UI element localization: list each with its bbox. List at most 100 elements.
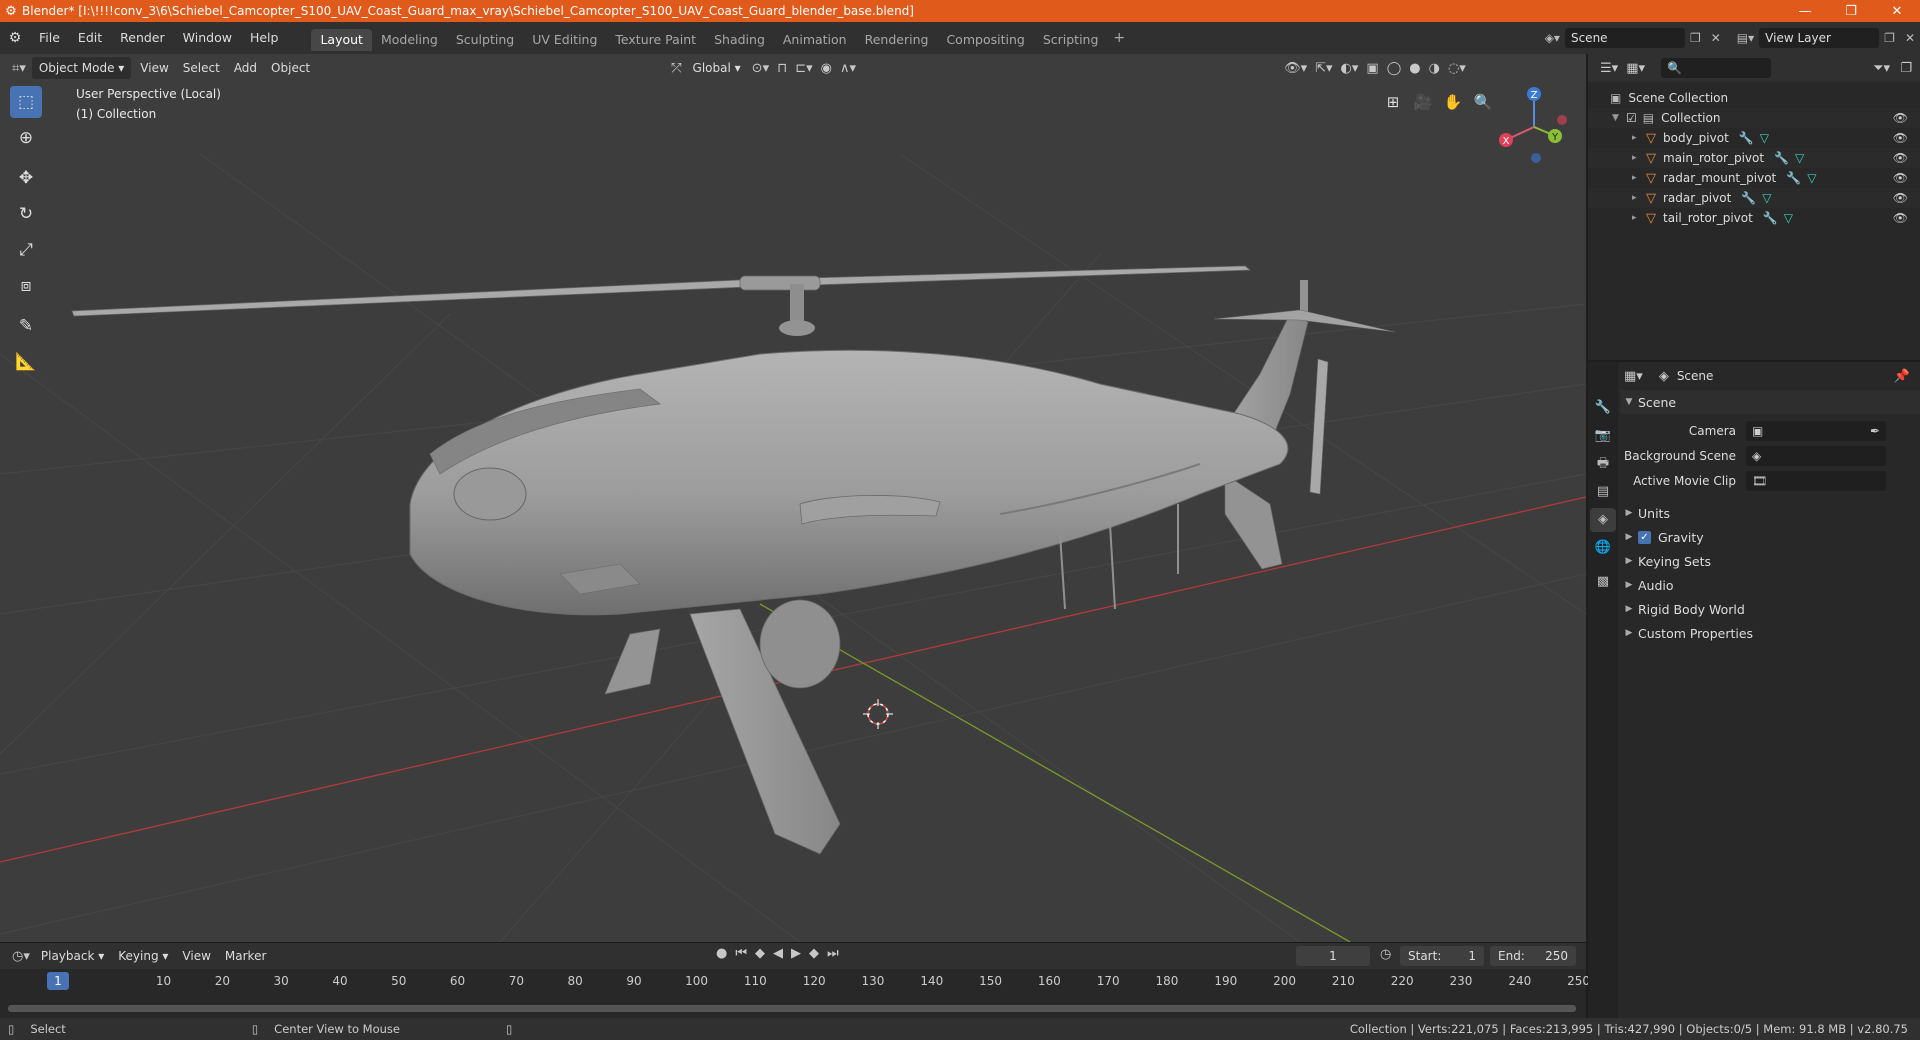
object-visibility-icon[interactable]: 👁: [1893, 151, 1908, 165]
menu-edit[interactable]: Edit: [69, 22, 111, 54]
timeline-menu-marker[interactable]: Marker: [218, 945, 273, 967]
select-box-tool-icon[interactable]: ⬚: [10, 86, 42, 118]
tab-texture-paint[interactable]: Texture Paint: [606, 29, 705, 51]
tab-layout[interactable]: Layout: [311, 29, 372, 51]
record-icon[interactable]: ●: [712, 946, 731, 961]
add-workspace-button[interactable]: +: [1107, 30, 1131, 46]
units-panel-header[interactable]: ▶ Units: [1620, 501, 1920, 525]
material-shading-icon[interactable]: ◑: [1425, 61, 1444, 76]
prev-keyframe-icon[interactable]: ◆: [751, 946, 769, 961]
next-keyframe-icon[interactable]: ◆: [805, 946, 823, 961]
menu-window[interactable]: Window: [174, 22, 241, 54]
outliner-item-body-pivot[interactable]: ▸ ▽ body_pivot 🔧 ▽ 👁: [1588, 128, 1920, 148]
jump-end-icon[interactable]: ⏭: [823, 946, 843, 961]
active-movie-clip-field[interactable]: 🎞: [1746, 470, 1886, 491]
custom-properties-panel-header[interactable]: ▶ Custom Properties: [1620, 621, 1920, 645]
rotate-tool-icon[interactable]: ↻: [10, 198, 42, 230]
outliner-collection[interactable]: ▼ ☑ ▤ Collection 👁: [1588, 108, 1920, 128]
mesh-data-icon[interactable]: ▽: [1795, 151, 1804, 165]
menu-view[interactable]: View: [133, 57, 175, 79]
timeline-scrollbar[interactable]: [8, 1005, 1576, 1012]
render-tab-icon[interactable]: 📷: [1590, 424, 1616, 448]
current-frame-field[interactable]: 1: [1296, 946, 1370, 966]
tab-scripting[interactable]: Scripting: [1034, 29, 1108, 51]
playback-dropdown[interactable]: Playback ▾: [34, 945, 111, 967]
editor-type-icon[interactable]: ⌗▾: [8, 61, 30, 76]
expand-icon[interactable]: ▸: [1632, 173, 1646, 183]
camera-view-icon[interactable]: 🎥: [1409, 88, 1437, 116]
properties-editor[interactable]: 🔧 📷 🖶 ▤ ◈ 🌐 ▩ ▦▾ ◈ Scene 📌 ▼ Scene Camer…: [1588, 362, 1920, 1018]
blender-menu-icon[interactable]: ⚙: [0, 30, 30, 46]
menu-render[interactable]: Render: [111, 22, 174, 54]
wireframe-shading-icon[interactable]: ◯: [1383, 61, 1406, 76]
view-layer-tab-icon[interactable]: ▤: [1590, 480, 1616, 504]
mesh-data-icon[interactable]: ▽: [1784, 211, 1793, 225]
zoom-view-icon[interactable]: 🔍: [1469, 88, 1497, 116]
xray-icon[interactable]: ▣: [1362, 61, 1382, 76]
object-visibility-icon[interactable]: 👁: [1893, 211, 1908, 225]
texture-tab-icon[interactable]: ▩: [1590, 570, 1616, 594]
tab-shading[interactable]: Shading: [705, 29, 774, 51]
expand-icon[interactable]: ▸: [1632, 193, 1646, 203]
transform-tool-icon[interactable]: ⧈: [10, 270, 42, 302]
pin-icon[interactable]: 📌: [1890, 369, 1914, 384]
pivot-point-icon[interactable]: ⊙▾: [748, 61, 773, 76]
jump-start-icon[interactable]: ⏮: [731, 946, 751, 961]
end-frame-field[interactable]: End: 250: [1490, 946, 1576, 966]
preview-range-icon[interactable]: ◷: [1376, 947, 1395, 962]
viewport-scene[interactable]: Z X Y: [0, 54, 1586, 942]
properties-editor-type-icon[interactable]: ▦▾: [1620, 369, 1647, 384]
menu-file[interactable]: File: [30, 22, 69, 54]
transform-orientation-dropdown[interactable]: Global ▾: [686, 57, 748, 79]
scene-tab-icon[interactable]: ◈: [1590, 508, 1616, 532]
3d-cursor-icon[interactable]: [863, 699, 893, 729]
menu-object[interactable]: Object: [264, 57, 317, 79]
outliner-item-radar-pivot[interactable]: ▸ ▽ radar_pivot 🔧 ▽ 👁: [1588, 188, 1920, 208]
gravity-checkbox[interactable]: ✓: [1638, 530, 1651, 544]
play-icon[interactable]: ▶: [787, 946, 805, 961]
visibility-icon[interactable]: 👁▾: [1280, 61, 1311, 76]
minimize-button[interactable]: —: [1782, 4, 1828, 19]
modifier-icon[interactable]: 🔧: [1774, 151, 1789, 165]
tool-tab-icon[interactable]: 🔧: [1590, 396, 1616, 420]
collection-expand-icon[interactable]: ▼: [1612, 113, 1626, 123]
annotate-tool-icon[interactable]: ✎: [10, 310, 42, 342]
menu-add[interactable]: Add: [227, 57, 264, 79]
keying-dropdown[interactable]: Keying ▾: [111, 945, 175, 967]
expand-icon[interactable]: ▸: [1632, 133, 1646, 143]
output-tab-icon[interactable]: 🖶: [1590, 452, 1616, 476]
modifier-icon[interactable]: 🔧: [1763, 211, 1778, 225]
world-tab-icon[interactable]: 🌐: [1590, 536, 1616, 560]
outliner-editor-type-icon[interactable]: ☰▾: [1596, 61, 1622, 76]
expand-icon[interactable]: ▸: [1632, 213, 1646, 223]
toggle-grid-icon[interactable]: ⊞: [1379, 88, 1407, 116]
gizmo-toggle-icon[interactable]: ⇱▾: [1311, 61, 1336, 76]
new-scene-icon[interactable]: ❐: [1685, 31, 1706, 45]
eyedropper-icon[interactable]: ✒: [1870, 421, 1886, 441]
collection-visibility-icon[interactable]: 👁: [1893, 111, 1908, 125]
scale-tool-icon[interactable]: ⤢: [10, 234, 42, 266]
timeline-menu-view[interactable]: View: [175, 945, 217, 967]
menu-help[interactable]: Help: [241, 22, 288, 54]
delete-scene-icon[interactable]: ✕: [1706, 31, 1726, 45]
proportional-editing-icon[interactable]: ◉: [817, 61, 836, 76]
timeline-editor-type-icon[interactable]: ◷▾: [8, 949, 34, 964]
play-reverse-icon[interactable]: ◀: [769, 946, 787, 961]
keying-sets-panel-header[interactable]: ▶ Keying Sets: [1620, 549, 1920, 573]
tab-uv-editing[interactable]: UV Editing: [523, 29, 606, 51]
expand-icon[interactable]: ▸: [1632, 153, 1646, 163]
mesh-data-icon[interactable]: ▽: [1762, 191, 1771, 205]
display-mode-icon[interactable]: ▦▾: [1622, 61, 1649, 76]
3d-viewport[interactable]: Z X Y ⌗▾ Object Mode ▾ View Select Add O…: [0, 54, 1586, 942]
rendered-shading-icon[interactable]: ◌▾: [1444, 61, 1470, 76]
object-visibility-icon[interactable]: 👁: [1893, 171, 1908, 185]
start-frame-field[interactable]: Start: 1: [1400, 946, 1484, 966]
outliner-item-tail-rotor-pivot[interactable]: ▸ ▽ tail_rotor_pivot 🔧 ▽ 👁: [1588, 208, 1920, 228]
tab-rendering[interactable]: Rendering: [856, 29, 938, 51]
fuselage[interactable]: [409, 349, 1289, 616]
modifier-icon[interactable]: 🔧: [1739, 131, 1754, 145]
camera-field[interactable]: ▣ ✒: [1746, 420, 1886, 441]
new-collection-icon[interactable]: ❐: [1896, 61, 1916, 76]
overlay-toggle-icon[interactable]: ◐▾: [1337, 61, 1363, 76]
object-visibility-icon[interactable]: 👁: [1893, 191, 1908, 205]
